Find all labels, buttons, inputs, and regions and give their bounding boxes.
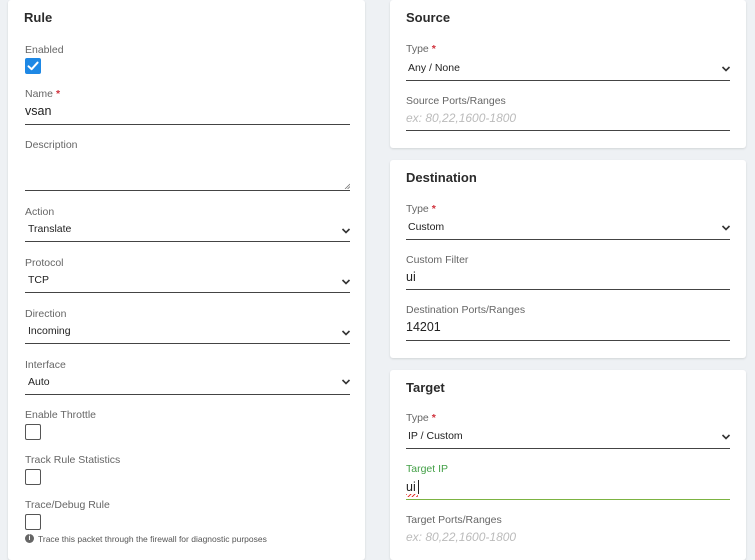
protocol-label: Protocol — [25, 257, 64, 269]
custom-filter-input[interactable]: ui — [406, 270, 416, 284]
required-asterisk: * — [55, 88, 61, 100]
action-underline — [25, 241, 350, 242]
chevron-down-icon[interactable] — [721, 65, 731, 73]
destination-type-label-text: Type — [406, 203, 429, 215]
direction-underline — [25, 343, 350, 344]
custom-filter-underline — [406, 289, 730, 290]
name-input-underline — [25, 124, 350, 125]
custom-filter-label: Custom Filter — [406, 254, 469, 266]
chevron-down-icon[interactable] — [721, 433, 731, 441]
enabled-label: Enabled — [25, 44, 64, 56]
source-card: Source Type * Any / None Source Ports/Ra… — [390, 0, 746, 148]
destination-type-underline — [406, 239, 730, 240]
action-select[interactable]: Translate — [28, 223, 71, 235]
target-ip-underline — [406, 499, 730, 500]
direction-label: Direction — [25, 308, 67, 320]
target-type-label: Type * — [406, 412, 436, 424]
chevron-down-icon[interactable] — [341, 227, 351, 235]
interface-label: Interface — [25, 359, 66, 371]
throttle-label: Enable Throttle — [25, 409, 97, 421]
destination-type-label: Type * — [406, 203, 436, 215]
destination-ports-input[interactable]: 14201 — [406, 320, 441, 334]
action-label: Action — [25, 206, 55, 218]
chevron-down-icon[interactable] — [341, 329, 351, 337]
rule-card: Rule Enabled Name * vsan Description Act… — [8, 0, 365, 560]
description-underline — [25, 190, 350, 191]
target-ports-input[interactable]: ex: 80,22,1600-1800 — [406, 530, 516, 544]
trace-checkbox[interactable] — [25, 514, 41, 530]
chevron-down-icon[interactable] — [341, 278, 351, 286]
rule-card-title: Rule — [24, 10, 53, 25]
required-asterisk: * — [431, 412, 436, 424]
source-type-underline — [406, 80, 730, 81]
target-type-underline — [406, 448, 730, 449]
description-label: Description — [25, 139, 78, 151]
trace-hint: Trace this packet through the firewall f… — [38, 534, 267, 544]
source-type-label: Type * — [406, 43, 436, 55]
name-input[interactable]: vsan — [25, 104, 51, 118]
target-card-title: Target — [406, 380, 445, 395]
info-icon: i — [25, 534, 34, 543]
source-type-select[interactable]: Any / None — [408, 62, 460, 74]
stats-checkbox[interactable] — [25, 469, 41, 485]
target-ip-input[interactable]: ui — [406, 480, 416, 494]
source-ports-input[interactable]: ex: 80,22,1600-1800 — [406, 111, 516, 125]
source-ports-underline — [406, 130, 730, 131]
protocol-select[interactable]: TCP — [28, 274, 49, 286]
enabled-checkbox[interactable] — [25, 58, 41, 74]
target-ports-label: Target Ports/Ranges — [406, 514, 502, 526]
target-card: Target Type * IP / Custom Target IP ui T… — [390, 370, 746, 560]
source-card-title: Source — [406, 10, 451, 25]
source-ports-label: Source Ports/Ranges — [406, 95, 506, 107]
name-label: Name * — [25, 88, 60, 100]
target-ip-label: Target IP — [406, 463, 449, 475]
resize-handle-icon[interactable] — [344, 183, 350, 189]
chevron-down-icon[interactable] — [341, 378, 351, 386]
spellcheck-underline — [406, 494, 418, 497]
direction-select[interactable]: Incoming — [28, 325, 71, 337]
checkmark-icon — [27, 61, 39, 71]
required-asterisk: * — [431, 203, 436, 215]
text-cursor — [418, 480, 419, 494]
chevron-down-icon[interactable] — [721, 224, 731, 232]
trace-label: Trace/Debug Rule — [25, 499, 110, 511]
destination-card-title: Destination — [406, 170, 477, 185]
destination-type-select[interactable]: Custom — [408, 221, 444, 233]
required-asterisk: * — [431, 43, 436, 55]
interface-underline — [25, 394, 350, 395]
protocol-underline — [25, 292, 350, 293]
name-label-text: Name — [25, 88, 54, 100]
target-type-select[interactable]: IP / Custom — [408, 430, 463, 442]
destination-ports-underline — [406, 340, 730, 341]
target-type-label-text: Type — [406, 412, 429, 424]
description-textarea[interactable] — [25, 158, 350, 186]
destination-ports-label: Destination Ports/Ranges — [406, 304, 526, 316]
source-type-label-text: Type — [406, 43, 429, 55]
throttle-checkbox[interactable] — [25, 424, 41, 440]
stats-label: Track Rule Statistics — [25, 454, 121, 466]
interface-select[interactable]: Auto — [28, 376, 50, 388]
destination-card: Destination Type * Custom Custom Filter … — [390, 160, 746, 358]
